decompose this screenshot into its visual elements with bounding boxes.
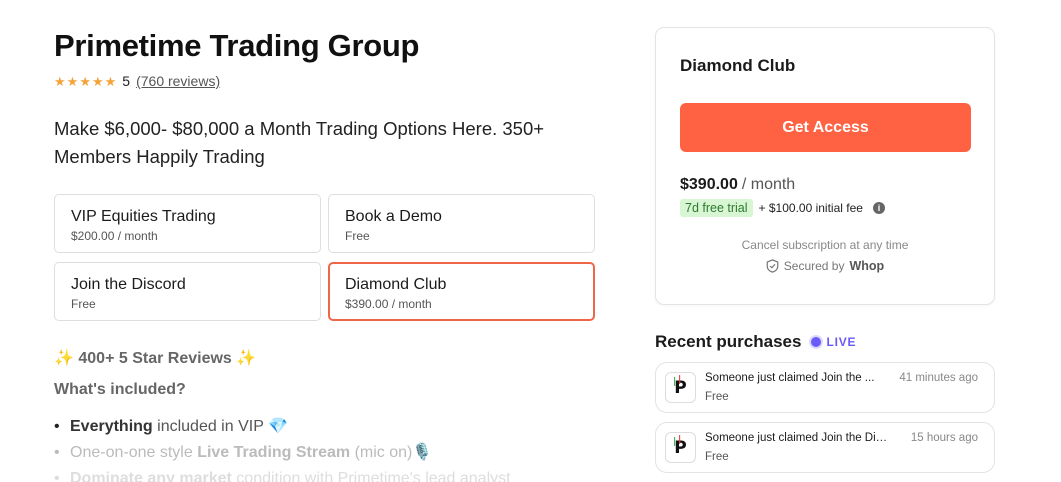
- feature-list: • Everything included in VIP 💎 • One-on-…: [54, 414, 614, 482]
- plan-option-vip-equities[interactable]: VIP Equities Trading $200.00 / month: [54, 194, 321, 253]
- trial-badge: 7d free trial: [680, 199, 753, 217]
- rating-row: ★ ★ ★ ★ ★ 5 (760 reviews): [54, 73, 220, 89]
- primetime-logo-icon: | | P: [665, 372, 696, 403]
- purchase-text: Someone just claimed Join the Dis...: [705, 432, 890, 444]
- purchase-text: Someone just claimed Join the ...: [705, 372, 875, 384]
- feature-bold: Everything: [70, 418, 153, 435]
- purchase-time: 15 hours ago: [910, 432, 978, 444]
- feature-text: One-on-one style: [70, 444, 198, 461]
- bullet-icon: •: [54, 418, 60, 435]
- checkout-plan-title: Diamond Club: [680, 56, 796, 75]
- cancel-note: Cancel subscription at any time: [741, 238, 909, 252]
- included-heading: What's included?: [54, 381, 186, 398]
- secured-by: Secured by Whop: [656, 259, 994, 273]
- bullet-icon: •: [54, 470, 60, 482]
- feature-bold: Dominate any market: [70, 470, 232, 482]
- initial-fee: + $100.00 initial fee: [758, 201, 863, 215]
- bullet-icon: •: [54, 444, 60, 461]
- purchase-sub: Free: [705, 451, 729, 463]
- get-access-button[interactable]: Get Access: [680, 103, 971, 152]
- price-line: $390.00/ month: [680, 176, 795, 194]
- plan-option-join-discord[interactable]: Join the Discord Free: [54, 262, 321, 321]
- live-label: LIVE: [826, 335, 857, 349]
- plan-price: Free: [345, 229, 370, 243]
- plan-option-diamond-club[interactable]: Diamond Club $390.00 / month: [328, 262, 595, 321]
- plan-name: Book a Demo: [345, 208, 442, 225]
- info-icon[interactable]: i: [872, 202, 885, 214]
- trial-line: 7d free trial + $100.00 initial fee i: [680, 199, 885, 217]
- star-icon: ★: [91, 73, 104, 89]
- price-amount: $390.00: [680, 176, 738, 193]
- purchase-item: | | P Someone just claimed Join the Dis...…: [655, 422, 995, 473]
- plan-price: $390.00 / month: [345, 297, 432, 311]
- live-indicator: LIVE: [811, 335, 856, 349]
- reviews-link[interactable]: (760 reviews): [136, 73, 220, 89]
- star-icon: ★: [79, 73, 91, 89]
- feature-text: (mic on)🎙️: [350, 444, 433, 461]
- feature-item: • Everything included in VIP 💎: [54, 414, 614, 440]
- plan-price: Free: [71, 297, 96, 311]
- star-icon: ★: [54, 73, 66, 89]
- plan-option-book-demo[interactable]: Book a Demo Free: [328, 194, 595, 253]
- reviews-highlight: ✨ 400+ 5 Star Reviews ✨: [54, 350, 257, 367]
- feature-item: • Dominate any market condition with Pri…: [54, 466, 614, 482]
- feature-bold: Live Trading Stream: [197, 444, 351, 461]
- purchase-time: 41 minutes ago: [899, 372, 978, 384]
- rating-stars: ★ ★ ★ ★ ★: [54, 75, 116, 88]
- secured-label: Secured by: [783, 259, 845, 273]
- plan-name: Diamond Club: [345, 276, 447, 293]
- feature-text: included in VIP 💎: [152, 418, 288, 435]
- plan-price: $200.00 / month: [71, 229, 158, 243]
- star-icon: ★: [66, 73, 79, 89]
- whop-logo: Whop: [849, 259, 885, 273]
- tagline: Make $6,000- $80,000 a Month Trading Opt…: [54, 118, 545, 167]
- purchase-item: | | P Someone just claimed Join the ... Fr…: [655, 362, 995, 413]
- feature-item: • One-on-one style Live Trading Stream (…: [54, 440, 614, 466]
- rating-value: 5: [122, 73, 131, 89]
- checkout-card: Diamond Club Get Access $390.00/ month 7…: [655, 27, 995, 305]
- shield-icon: [766, 259, 779, 273]
- primetime-logo-icon: | | P: [665, 432, 696, 463]
- recent-purchases-header: Recent purchases LIVE: [655, 332, 856, 352]
- plan-name: Join the Discord: [71, 276, 186, 293]
- feature-text: condition with Primetime's lead analyst: [231, 470, 511, 482]
- star-icon: ★: [104, 73, 117, 89]
- page-title: Primetime Trading Group: [54, 28, 420, 63]
- plan-name: VIP Equities Trading: [71, 208, 216, 225]
- plan-grid: VIP Equities Trading $200.00 / month Boo…: [54, 194, 595, 321]
- live-dot-icon: [811, 337, 822, 347]
- purchase-sub: Free: [705, 391, 729, 403]
- price-period: / month: [741, 176, 796, 193]
- recent-purchases-title: Recent purchases: [655, 332, 802, 351]
